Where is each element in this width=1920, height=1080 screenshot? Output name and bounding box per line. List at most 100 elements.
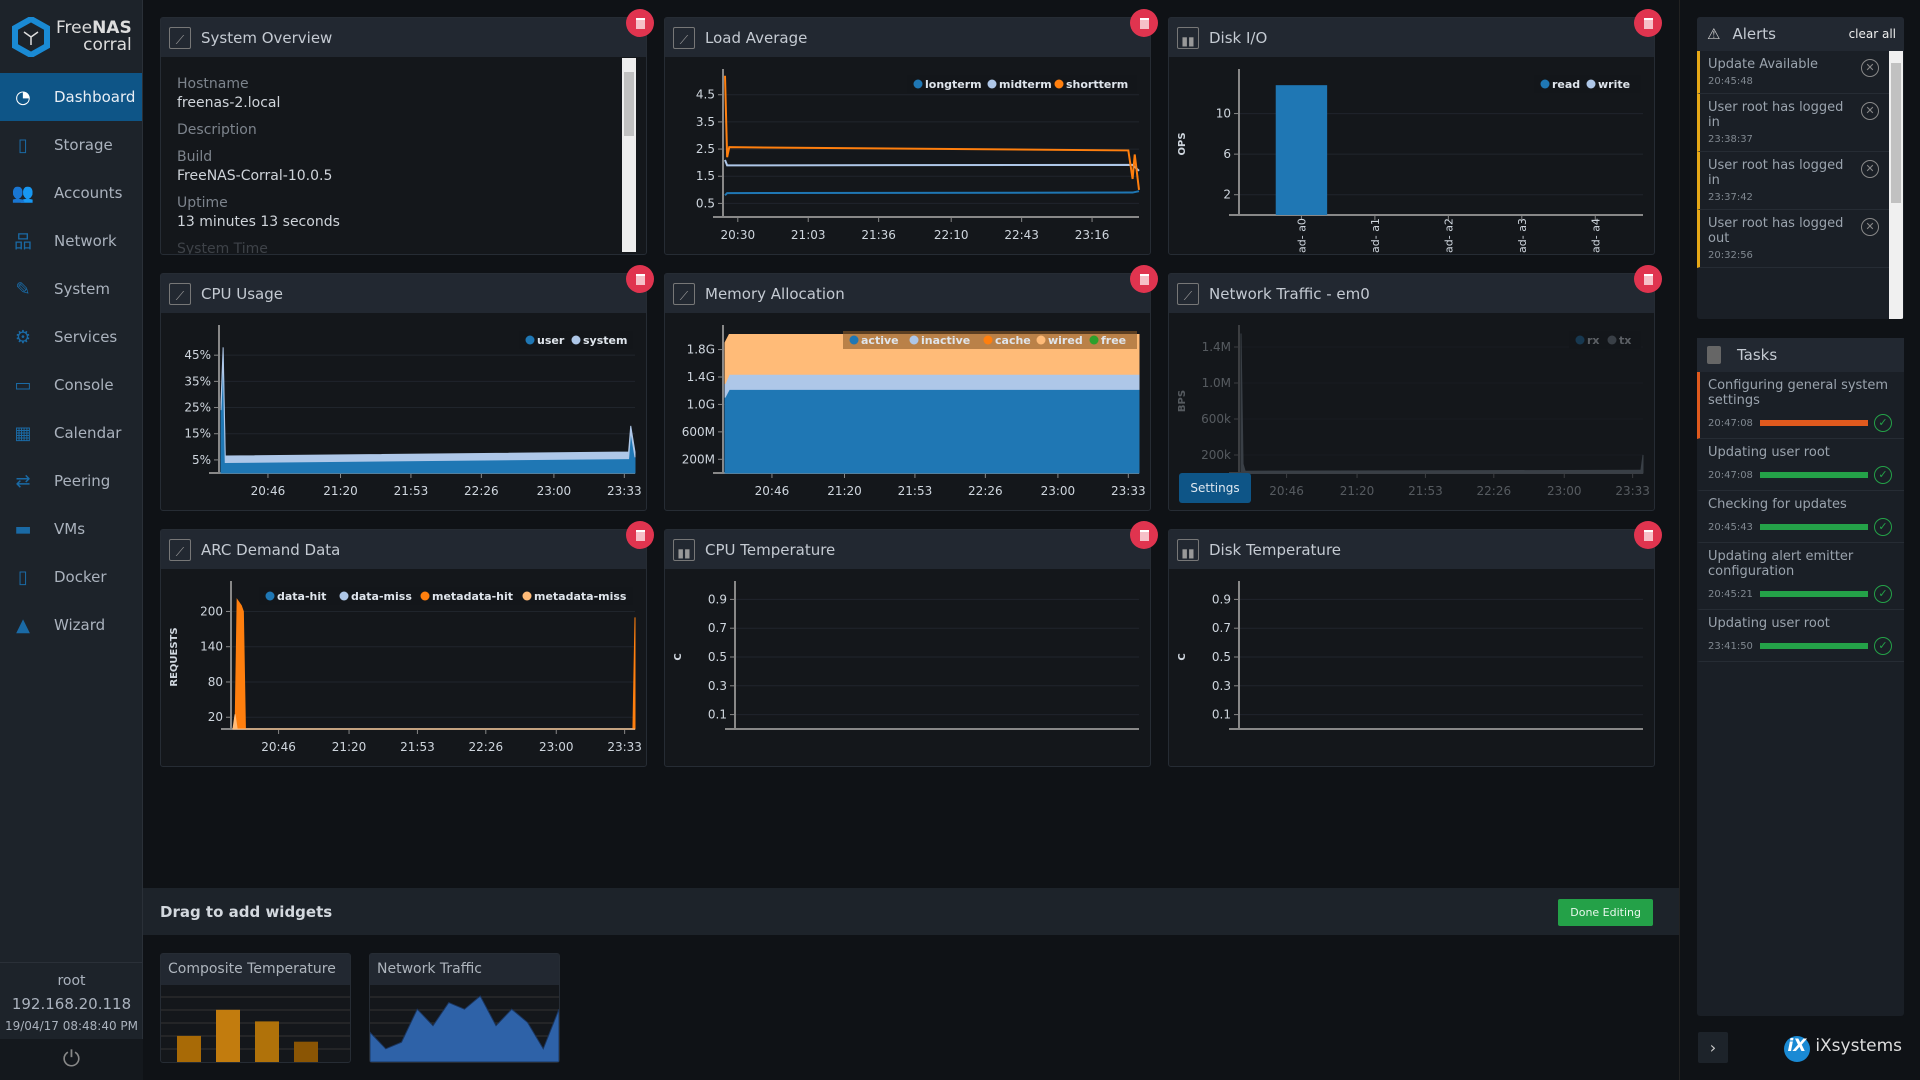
chart-load: 0.5 1.5 2.5 3.5 4.5 20:30 21:03 21:36 22:10 22:43… [696,69,1140,242]
delete-widget-button[interactable] [626,521,654,549]
freenas-hex-icon [12,16,50,57]
y-tick-label: 10 [1216,107,1231,121]
sidebar-item-peering[interactable]: ⇄ Peering [0,457,142,505]
delete-widget-button[interactable] [1130,265,1158,293]
warning-icon: ⚠ [1707,25,1721,43]
legend-label: user [537,334,565,347]
y-axis-label: REQUESTS [169,627,180,686]
alert-text: Update Available [1708,57,1819,72]
y-tick-label: 600k [1201,412,1231,426]
network-icon: 品 [14,232,32,253]
delete-widget-button[interactable] [1130,9,1158,37]
widget-header[interactable]: ▮▮ CPU Temperature [665,530,1150,569]
line-midterm [724,159,1140,172]
y-tick-label: 0.9 [1212,592,1231,606]
task-progress-bar [1760,643,1868,649]
widget-header[interactable]: ⟋ Memory Allocation [665,274,1150,313]
line-chart-icon: ⟋ [673,26,695,49]
sidebar-item-vms[interactable]: ▬ VMs [0,505,142,553]
widget-header[interactable]: ⟋ Load Average [665,18,1150,57]
legend-swatch-write [1586,79,1596,89]
chart-cpu: 5% 15% 25% 35% 45% 20:46 21:20 21:53 22:26 23:00 2… [184,325,642,498]
line-chart-icon: ⟋ [673,282,695,305]
delete-widget-button[interactable] [626,265,654,293]
x-tick-label: 22:26 [1477,484,1512,498]
widget-title: CPU Usage [201,284,284,303]
y-tick-label: 0.5 [708,650,727,664]
sidebar-item-system[interactable]: ✎ System [0,265,142,313]
y-tick-label: 4.5 [696,88,715,102]
dismiss-alert-button[interactable]: ✕ [1861,59,1879,77]
power-button[interactable]: ⏻ [0,1039,143,1080]
field-label: Build [177,149,213,165]
trash-icon [635,273,645,285]
y-tick-label: 200M [682,452,715,466]
task-progress-fill [1760,420,1868,426]
task-time: 20:45:43 [1708,521,1753,533]
task-text: Configuring general system settings [1708,378,1889,408]
x-tick-label: 23:16 [1075,228,1110,242]
alert-item: User root has logged in 23:37:42 ✕ [1697,152,1889,210]
sidebar-item-dashboard[interactable]: ◔ Dashboard [0,73,142,121]
thumb-composite-temperature[interactable]: Composite Temperature [160,953,351,1063]
sidebar-item-wizard[interactable]: ▲ Wizard [0,601,142,649]
preview-bar [294,1041,318,1062]
legend-label: inactive [921,334,970,347]
sidebar-item-label: Storage [54,136,113,154]
dismiss-alert-button[interactable]: ✕ [1861,160,1879,178]
freenas-logo[interactable]: FreeNAS corral [0,0,142,73]
overview-fields: Hostname freenas-2.local Description Build F… [161,57,646,254]
sidebar-item-console[interactable]: ▭ Console [0,361,142,409]
delete-widget-button[interactable] [626,9,654,37]
sidebar-item-storage[interactable]: ▯ Storage [0,121,142,169]
task-item: Updating user root 23:41:50 ✓ [1697,610,1904,662]
alert-text: User root has logged in [1708,158,1844,188]
widget-header[interactable]: ⟋ System Overview [161,18,646,57]
chart-disk_temp: 0.1 0.3 0.5 0.7 0.9 C [1177,581,1643,730]
widget-header[interactable]: ▮▮ Disk Temperature [1169,530,1654,569]
alerts-scrollbar[interactable] [1889,51,1903,319]
widget-load: ⟋ Load Average 0.5 1.5 2.5 3.5 4.5 20:30 21:03 21… [664,9,1158,255]
chart-mem: 200M 600M 1.0G 1.4G 1.8G 20:46 21:20 21:53 22:26… [682,325,1146,498]
widget-title: System Overview [201,28,333,47]
y-tick-label: 0.5 [1212,650,1231,664]
sidebar-item-docker[interactable]: ▯ Docker [0,553,142,601]
widget-header[interactable]: ⟋ ARC Demand Data [161,530,646,569]
widget-header[interactable]: ⟋ Network Traffic - em0 [1169,274,1654,313]
widget-header[interactable]: ▮▮ Disk I/O [1169,18,1654,57]
line-longterm [724,190,1140,196]
y-tick-label: 0.3 [1212,679,1231,693]
bar-read [1275,85,1328,215]
x-tick-label: 23:33 [607,740,642,754]
widget-header[interactable]: ⟋ CPU Usage [161,274,646,313]
scrollbar-thumb[interactable] [624,72,634,136]
legend-label: longterm [925,78,982,91]
widget-title: Network Traffic - em0 [1209,284,1370,303]
scrollbar[interactable] [622,58,636,252]
y-tick-label: 0.1 [1212,708,1231,722]
area-metadata-miss [232,714,635,730]
sidebar-item-services[interactable]: ⚙ Services [0,313,142,361]
delete-widget-button[interactable] [1634,265,1662,293]
settings-button[interactable]: Settings [1179,473,1251,503]
sidebar-item-calendar[interactable]: ▦ Calendar [0,409,142,457]
clear-all-button[interactable]: clear all [1849,27,1896,41]
dismiss-alert-button[interactable]: ✕ [1861,102,1879,120]
alert-text: User root has logged in [1708,100,1844,130]
delete-widget-button[interactable] [1634,9,1662,37]
sidebar-item-network[interactable]: 品 Network [0,217,142,265]
thumb-network-traffic[interactable]: Network Traffic [369,953,560,1063]
sidebar-item-label: Peering [54,472,111,490]
done-editing-button[interactable]: Done Editing [1558,899,1653,926]
nav-list: ◔ Dashboard ▯ Storage 👥 Accounts 品 Network ✎ Syst… [0,73,142,649]
legend-swatch-inactive [909,335,919,345]
collapse-panel-button[interactable]: › [1698,1032,1728,1063]
delete-widget-button[interactable] [1634,521,1662,549]
task-item: Checking for updates 20:45:43 ✓ [1697,491,1904,543]
chart-cpu_temp: 0.1 0.3 0.5 0.7 0.9 C [673,581,1139,730]
task-time: 20:47:08 [1708,417,1753,429]
tasks-header: Tasks [1697,338,1904,372]
sidebar-item-accounts[interactable]: 👥 Accounts [0,169,142,217]
delete-widget-button[interactable] [1130,521,1158,549]
dismiss-alert-button[interactable]: ✕ [1861,218,1879,236]
